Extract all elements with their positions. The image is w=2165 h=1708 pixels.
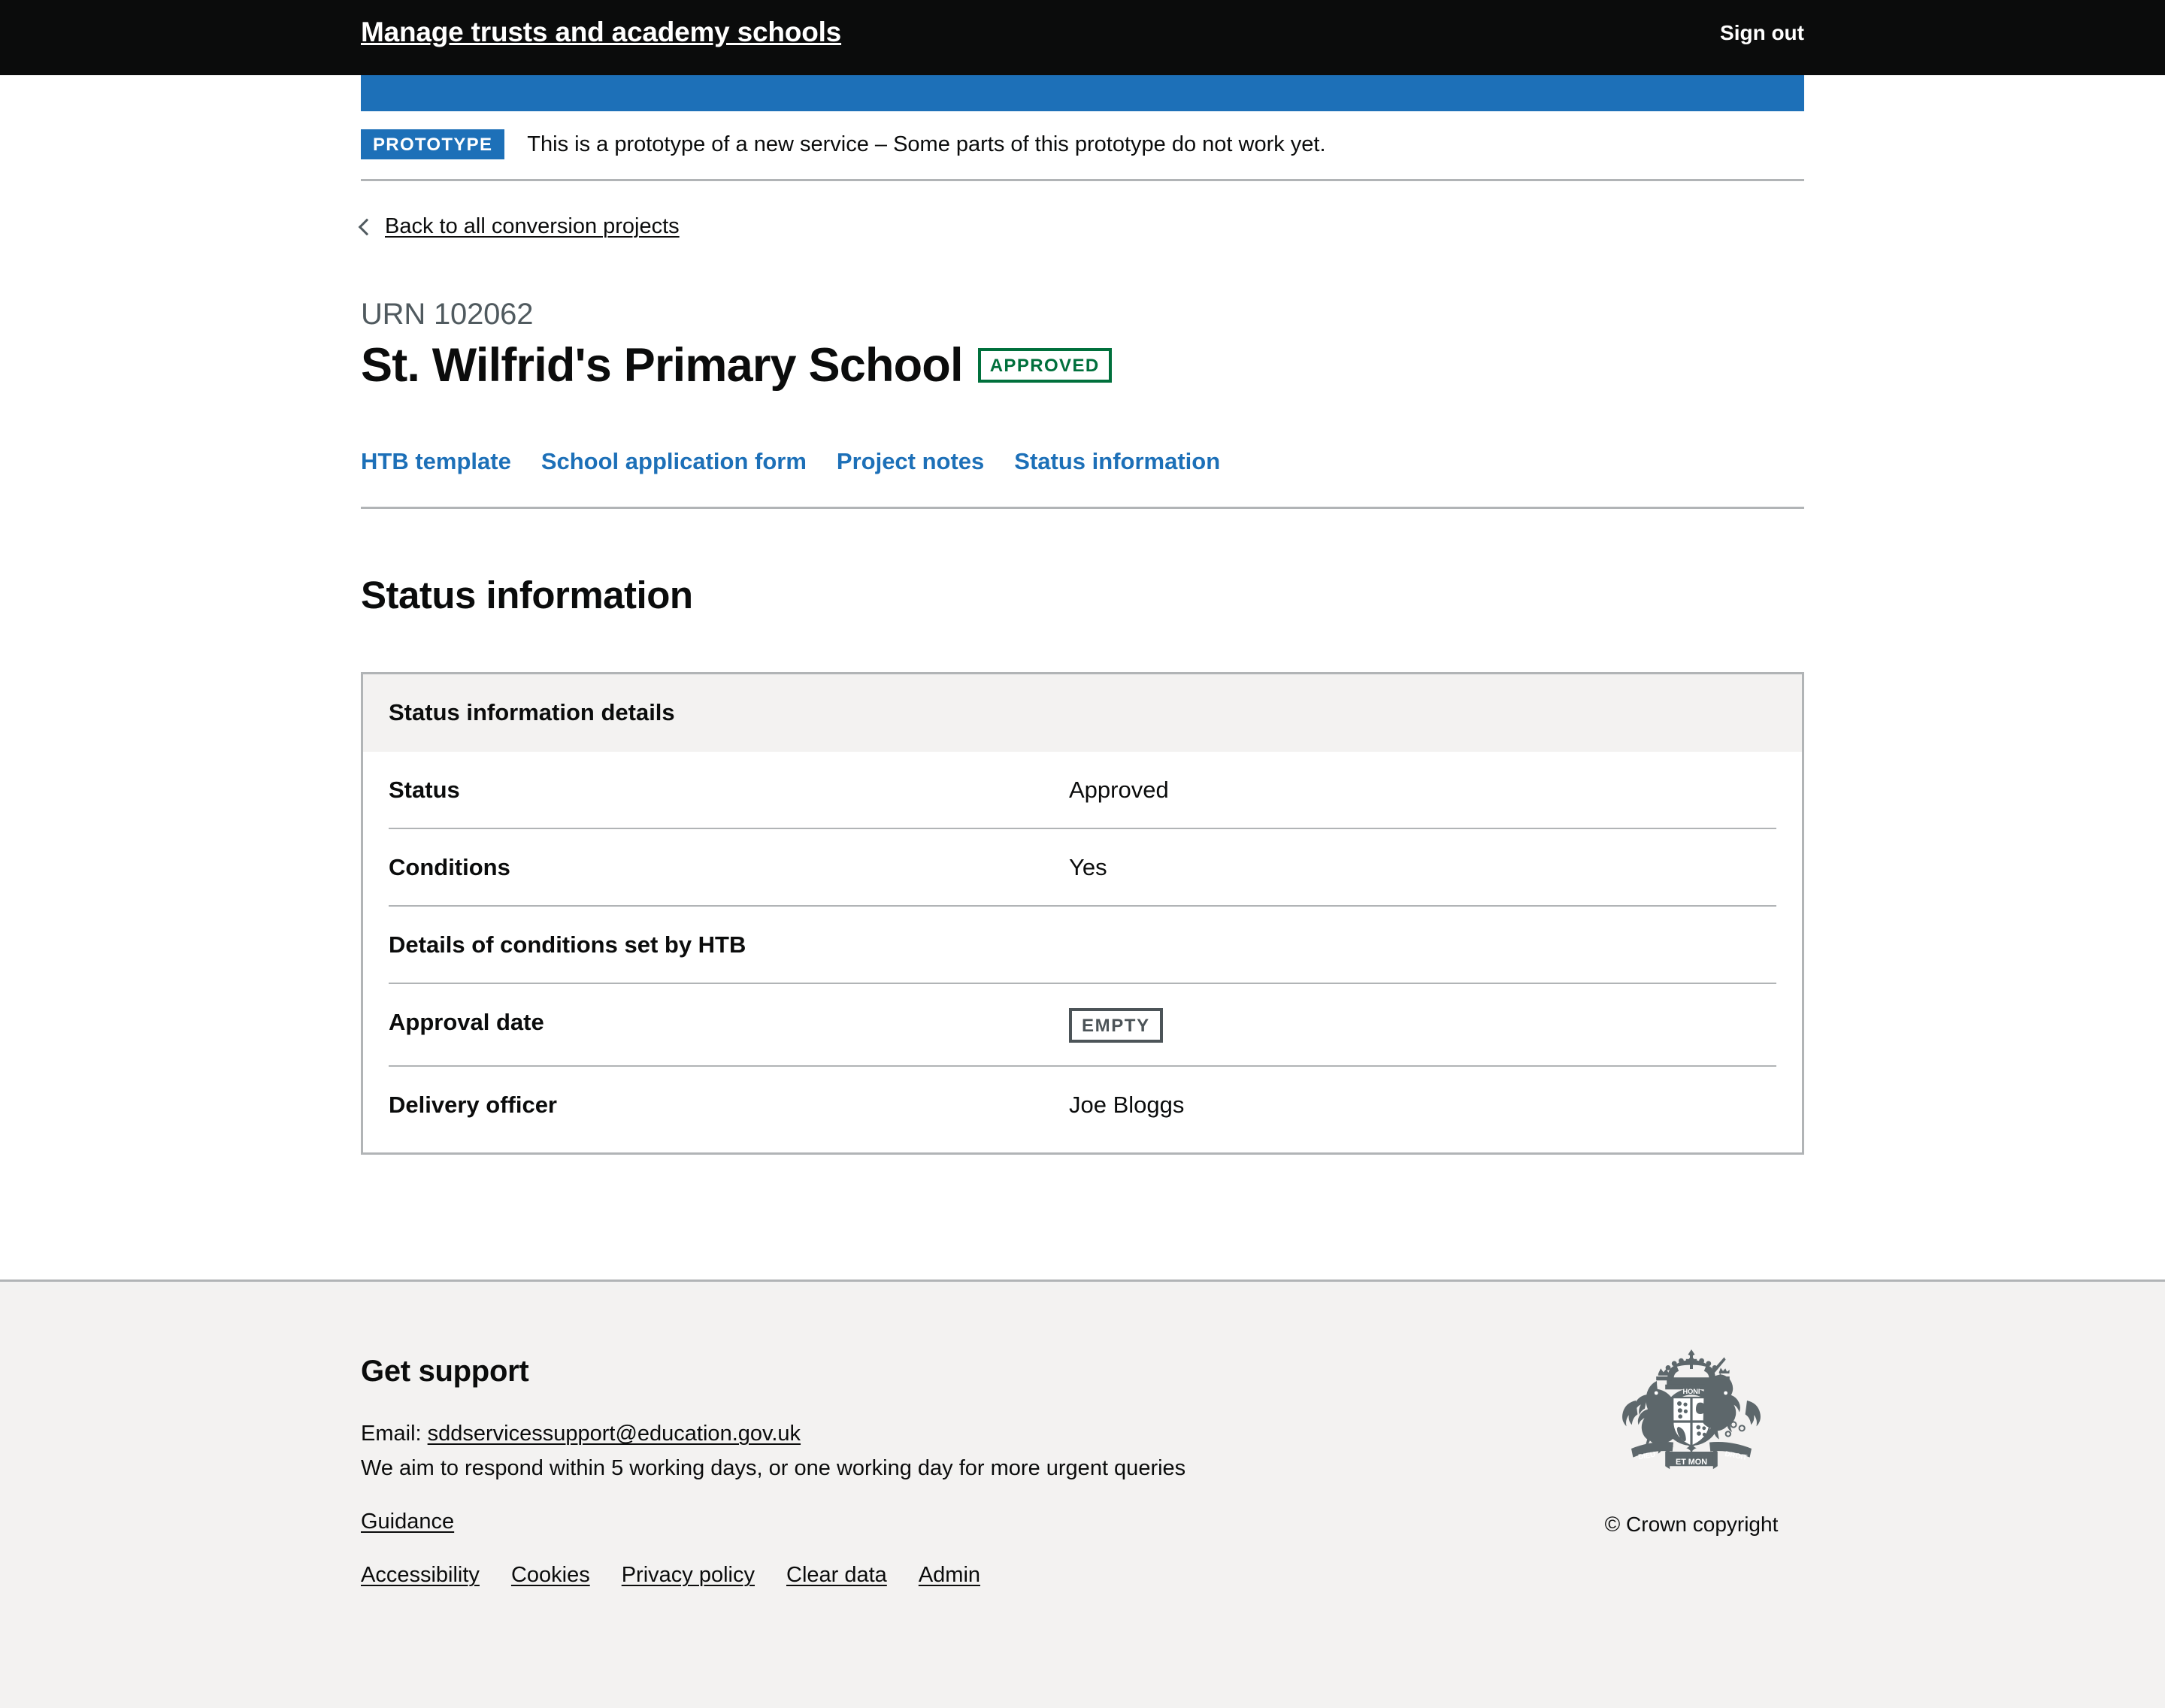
page-caption-urn: URN 102062 <box>361 298 534 331</box>
summary-row-status: Status Approved <box>389 752 1776 830</box>
svg-text:DIEU: DIEU <box>1638 1451 1657 1462</box>
chevron-left-icon <box>358 218 376 236</box>
heading-row: St. Wilfrid's Primary School APPROVED <box>361 339 1804 392</box>
summary-value: Yes <box>1069 854 1107 881</box>
svg-text:HONI: HONI <box>1683 1388 1700 1395</box>
page-title: St. Wilfrid's Primary School <box>361 339 964 392</box>
project-subnav: HTB template School application form Pro… <box>361 392 1804 510</box>
summary-key: Delivery officer <box>389 1091 557 1118</box>
sign-out-link[interactable]: Sign out <box>1720 21 1804 45</box>
summary-value: EMPTY <box>1069 1007 1776 1043</box>
royal-coat-of-arms-icon: HONI DIEU DROIT ET MON <box>1622 1349 1761 1470</box>
content-wrapper: PROTOTYPE This is a prototype of a new s… <box>358 111 1804 1155</box>
summary-value: Approved <box>1069 777 1169 804</box>
footer-link-accessibility[interactable]: Accessibility <box>361 1563 480 1588</box>
section-heading: Status information <box>361 574 693 617</box>
svg-text:ET MON: ET MON <box>1676 1458 1707 1467</box>
phase-banner-text: This is a prototype of a new service – S… <box>527 132 1326 156</box>
back-link-row: Back to all conversion projects <box>358 181 1804 239</box>
footer-link-admin[interactable]: Admin <box>919 1563 980 1588</box>
service-header: Manage trusts and academy schools Sign o… <box>0 0 2165 75</box>
card-title: Status information details <box>389 699 675 726</box>
footer-links-row: Accessibility Cookies Privacy policy Cle… <box>361 1563 1804 1588</box>
summary-row-conditions-details: Details of conditions set by HTB <box>389 907 1776 984</box>
status-badge-approved: APPROVED <box>977 348 1112 383</box>
back-link[interactable]: Back to all conversion projects <box>358 214 680 239</box>
footer-email-prefix: Email: <box>361 1422 428 1446</box>
summary-key: Details of conditions set by HTB <box>389 931 746 958</box>
phase-tag: PROTOTYPE <box>361 129 505 159</box>
footer-inner: Get support Email: sddservicessupport@ed… <box>361 1282 1804 1588</box>
status-information-card: Status information details Status Approv… <box>361 672 1804 1155</box>
guidance-link[interactable]: Guidance <box>361 1510 454 1534</box>
phase-banner: PROTOTYPE This is a prototype of a new s… <box>361 111 1804 181</box>
footer-link-privacy-policy[interactable]: Privacy policy <box>622 1563 755 1588</box>
footer-link-cookies[interactable]: Cookies <box>511 1563 590 1588</box>
summary-key: Status <box>389 777 460 804</box>
summary-row-delivery-officer: Delivery officer Joe Bloggs <box>389 1067 1776 1153</box>
tab-school-application-form[interactable]: School application form <box>541 447 807 475</box>
tab-status-information[interactable]: Status information <box>1014 447 1220 475</box>
crown-copyright-caption: © Crown copyright <box>1604 1513 1779 1536</box>
service-header-inner: Manage trusts and academy schools Sign o… <box>361 0 1804 75</box>
summary-row-approval-date: Approval date EMPTY <box>389 984 1776 1067</box>
crown-copyright-block: HONI DIEU DROIT ET MON © Crown copyright <box>1579 1346 1804 1537</box>
summary-row-conditions: Conditions Yes <box>389 829 1776 907</box>
brand-accent-bar <box>361 75 1804 111</box>
service-name-link[interactable]: Manage trusts and academy schools <box>361 17 841 49</box>
summary-value <box>1069 931 1776 959</box>
page-footer: Get support Email: sddservicessupport@ed… <box>0 1279 2165 1708</box>
support-email-link[interactable]: sddservicessupport@education.gov.uk <box>428 1422 801 1446</box>
empty-badge: EMPTY <box>1069 1007 1163 1043</box>
page-title-block: URN 102062 St. Wilfrid's Primary School … <box>361 239 1804 392</box>
summary-list: Status Approved Conditions Yes Details o… <box>363 752 1802 1153</box>
summary-value: Joe Bloggs <box>1069 1091 1185 1118</box>
page-root: Manage trusts and academy schools Sign o… <box>0 0 2165 1708</box>
back-link-label: Back to all conversion projects <box>385 214 680 238</box>
summary-key: Approval date <box>389 1008 544 1035</box>
summary-key: Conditions <box>389 854 510 881</box>
tab-project-notes[interactable]: Project notes <box>837 447 984 475</box>
footer-link-clear-data[interactable]: Clear data <box>786 1563 887 1588</box>
tab-htb-template[interactable]: HTB template <box>361 447 511 475</box>
card-title-bar: Status information details <box>363 674 1802 753</box>
